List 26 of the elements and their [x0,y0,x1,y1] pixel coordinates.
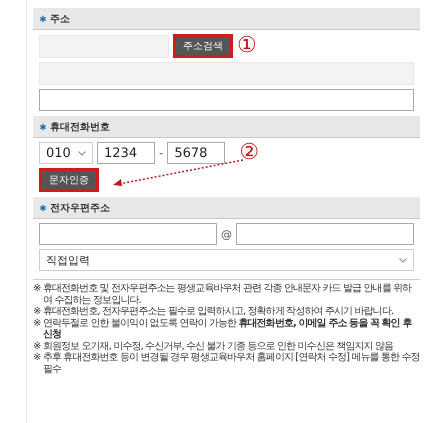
required-icon [39,204,47,212]
caret-icon [78,150,86,156]
step-marker: ② [239,142,260,164]
phone-middle-field[interactable]: 1234 [97,142,155,164]
notice-text: ※ 추후 휴대전화번호 등이 변경될 경우 평생교육바우처 홈페이지 [연락처 수정] 메뉴를 통한 수정 필수 [33,352,420,375]
at-sign: @ [221,228,232,240]
notice-text: ※ 연락두절로 인한 불이익이 없도록 연락이 가능한 휴대전화번호, 이메일 주소 등을 꼭 확인 후 신청 [33,318,413,340]
required-icon [39,14,47,22]
required-icon [39,122,47,130]
phone-last-field[interactable]: 5678 [167,142,226,164]
section-title: 휴대전화번호 [50,120,110,134]
email-id-field[interactable] [39,223,217,245]
notice-text: ※ 휴대전화번호 및 전자우편주소는 평생교육바우처 관련 각종 안내문자 카드 발급 안내를 위하여 수집하는 정보입니다. [33,283,413,306]
notice-text: ※ 휴대전화번호, 전자우편주소는 필수로 입력하시고, 정확하게 작성하여 주시기 바랍니다. [33,306,394,318]
section-title: 전자우편주소 [50,202,110,214]
address-search-button[interactable]: 주소검색 [173,34,233,58]
sms-verify-button[interactable]: 문자인증 [39,168,99,192]
caret-icon [399,258,407,262]
prefix-select[interactable]: 010 [39,142,93,164]
domain-select[interactable]: 직접입력 [39,249,414,271]
separator: - [159,146,164,160]
step-marker: ① [237,35,257,57]
email-domain-field[interactable] [236,223,414,245]
section-title: 주소 [50,12,70,26]
detail-address-field[interactable] [39,89,414,111]
notice-text: ※ 회원정보 오기재, 미수정, 수신거부, 수신 불가 기종 등으로 인한 미수신은 책임지지 않음 [33,340,394,352]
